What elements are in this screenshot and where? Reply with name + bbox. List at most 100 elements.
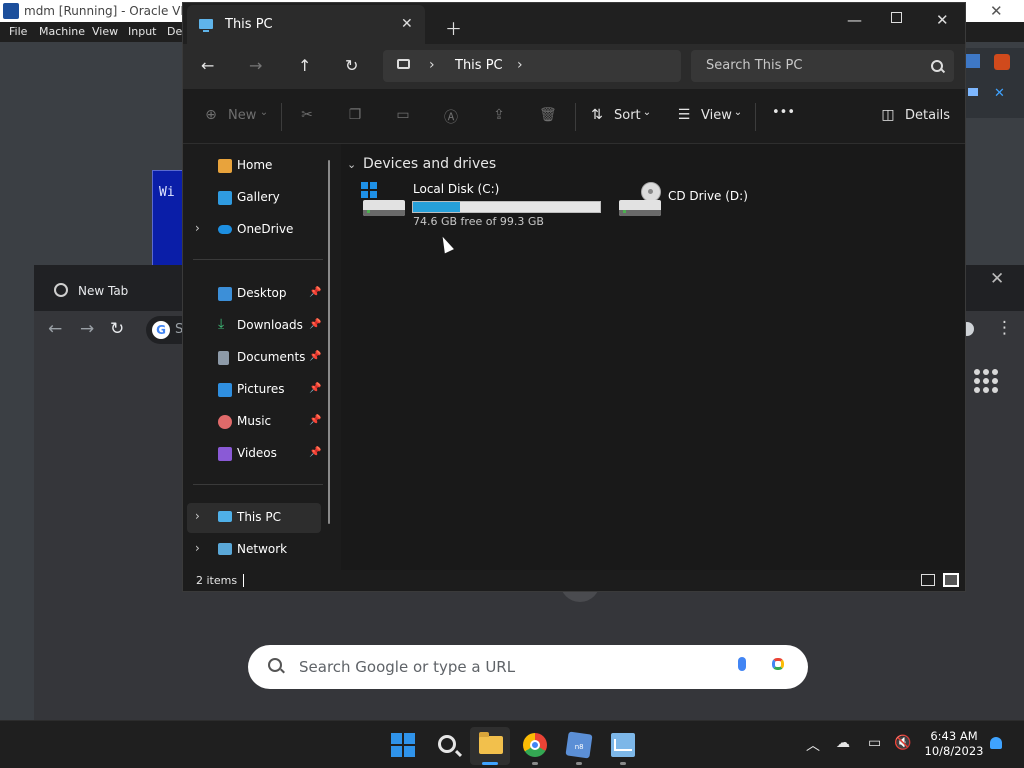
drive-cd-d[interactable]: CD Drive (D:) [615, 180, 775, 220]
group-header-devices[interactable]: Devices and drives [363, 156, 496, 172]
performance-monitor-icon[interactable] [611, 733, 635, 757]
refresh-icon[interactable]: ↻ [345, 56, 358, 75]
divider [281, 103, 282, 131]
chrome-back-icon[interactable]: ← [48, 319, 62, 339]
pin-icon[interactable]: 📌 [309, 447, 321, 458]
chevron-right-icon[interactable]: › [195, 221, 200, 235]
chevron-right-icon[interactable]: › [517, 57, 523, 73]
forward-icon[interactable]: → [249, 56, 262, 75]
paste-icon[interactable]: ▭ [395, 107, 411, 123]
onedrive-tray-icon[interactable]: ☁ [836, 735, 850, 751]
chrome-icon [54, 283, 68, 297]
delete-icon[interactable]: 🗑 [539, 107, 557, 123]
details-button[interactable]: Details [905, 108, 950, 123]
minimize-button[interactable]: — [847, 11, 862, 29]
divider [755, 103, 756, 131]
nav-item-gallery[interactable]: Gallery [187, 183, 321, 213]
running-indicator [620, 762, 626, 765]
breadcrumb-this-pc[interactable]: This PC [455, 58, 503, 73]
copy-icon[interactable]: ❐ [347, 107, 363, 123]
vbox-menu-file[interactable]: File [9, 25, 27, 38]
chevron-right-icon[interactable]: › [195, 509, 200, 523]
vbox-menu-view[interactable]: View [92, 25, 118, 38]
chevron-down-icon[interactable]: ⌄ [347, 158, 356, 171]
more-options-button[interactable]: ••• [772, 105, 795, 120]
virtualbox-taskbar-icon[interactable]: n8 [565, 731, 593, 759]
network-tray-icon[interactable]: ▭ [868, 735, 881, 751]
nav-item-label: Home [237, 158, 273, 172]
tab-close-icon[interactable]: ✕ [401, 16, 413, 32]
rename-icon[interactable]: Ⓐ [443, 107, 459, 126]
pin-icon[interactable]: 📌 [309, 351, 321, 362]
taskbar-search-icon[interactable] [438, 735, 456, 753]
share-icon[interactable]: ⇪ [491, 107, 507, 123]
vbox-close-button[interactable]: ✕ [990, 2, 1003, 20]
up-icon[interactable]: ↑ [298, 56, 311, 75]
nav-item-music[interactable]: Music 📌 [187, 407, 321, 437]
vbox-menu-machine[interactable]: Machine [39, 25, 85, 38]
chrome-taskbar-icon[interactable] [523, 733, 547, 757]
downloads-icon: ⤓ [218, 316, 225, 332]
pin-icon[interactable]: 📌 [309, 319, 321, 330]
view-button[interactable]: View [701, 108, 732, 123]
volume-muted-icon[interactable]: 🔇 [894, 735, 911, 751]
voice-search-icon[interactable] [738, 657, 746, 671]
vbox-menu-input[interactable]: Input [128, 25, 156, 38]
new-button[interactable]: New [228, 108, 256, 123]
details-view-icon[interactable] [921, 574, 935, 586]
onedrive-icon [218, 225, 232, 234]
google-lens-icon[interactable] [772, 658, 784, 670]
chevron-right-icon[interactable]: › [195, 541, 200, 555]
command-bar: ⊕ New ⌄ ✂ ❐ ▭ Ⓐ ⇪ 🗑 ⇅ Sort ⌄ ☰ View ⌄ ••… [183, 89, 965, 144]
nav-item-downloads[interactable]: ⤓ Downloads 📌 [187, 311, 321, 341]
cut-icon[interactable]: ✂ [299, 107, 315, 123]
file-explorer-icon[interactable] [479, 732, 503, 754]
chrome-close-button[interactable]: ✕ [990, 269, 1004, 289]
blue-window-text: Wi [159, 185, 175, 200]
google-apps-icon[interactable] [974, 369, 998, 393]
close-button[interactable]: ✕ [936, 11, 949, 29]
nav-item-label: OneDrive [237, 222, 294, 236]
large-icons-view-icon[interactable] [943, 573, 959, 587]
google-search-box[interactable]: Search Google or type a URL [248, 645, 808, 689]
drive-usage-bar [412, 201, 601, 213]
taskbar: n8 ︿ ☁ ▭ 🔇 6:43 AM 10/8/2023 [0, 720, 1024, 768]
nav-scrollbar[interactable] [328, 160, 330, 524]
notification-bell-icon[interactable] [990, 737, 1002, 749]
new-tab-button[interactable]: ＋ [445, 15, 462, 40]
chrome-reload-icon[interactable]: ↻ [110, 319, 124, 339]
maximize-button[interactable] [891, 12, 902, 23]
pin-icon[interactable]: 📌 [309, 383, 321, 394]
nav-item-desktop[interactable]: Desktop 📌 [187, 279, 321, 309]
nav-item-pictures[interactable]: Pictures 📌 [187, 375, 321, 405]
view-icon: ☰ [677, 107, 691, 123]
pin-icon[interactable]: 📌 [309, 415, 321, 426]
search-input[interactable]: Search This PC [691, 50, 954, 82]
nav-item-network[interactable]: › Network [187, 535, 321, 565]
back-icon[interactable]: ← [201, 56, 214, 75]
drive-local-disk-c[interactable]: Local Disk (C:) 74.6 GB free of 99.3 GB [359, 180, 603, 230]
status-bar: 2 items [183, 570, 965, 591]
chrome-forward-icon[interactable]: → [80, 319, 94, 339]
monitor-icon [397, 59, 410, 69]
nav-item-videos[interactable]: Videos 📌 [187, 439, 321, 469]
restore-icon[interactable] [968, 88, 978, 96]
sort-button[interactable]: Sort [614, 108, 641, 123]
nav-item-label: Downloads [237, 318, 303, 332]
nav-item-documents[interactable]: Documents 📌 [187, 343, 321, 373]
nav-item-this-pc[interactable]: › This PC [187, 503, 321, 533]
chrome-menu-icon[interactable]: ⋮ [996, 318, 1013, 338]
chevron-right-icon[interactable]: › [429, 57, 435, 73]
gallery-icon [218, 191, 232, 205]
chevron-up-icon[interactable]: ︿ [806, 735, 820, 755]
taskbar-clock[interactable]: 6:43 AM 10/8/2023 [922, 729, 986, 759]
explorer-tab-this-pc[interactable]: This PC ✕ [187, 5, 425, 44]
vbox-menu-devices[interactable]: De [167, 25, 182, 38]
close-icon[interactable]: ✕ [994, 86, 1005, 101]
music-icon [218, 415, 232, 429]
nav-item-home[interactable]: Home [187, 151, 321, 181]
pin-icon[interactable]: 📌 [309, 287, 321, 298]
address-field[interactable]: › This PC › [383, 50, 681, 82]
nav-item-onedrive[interactable]: › OneDrive [187, 215, 321, 245]
start-button-icon[interactable] [391, 733, 415, 757]
